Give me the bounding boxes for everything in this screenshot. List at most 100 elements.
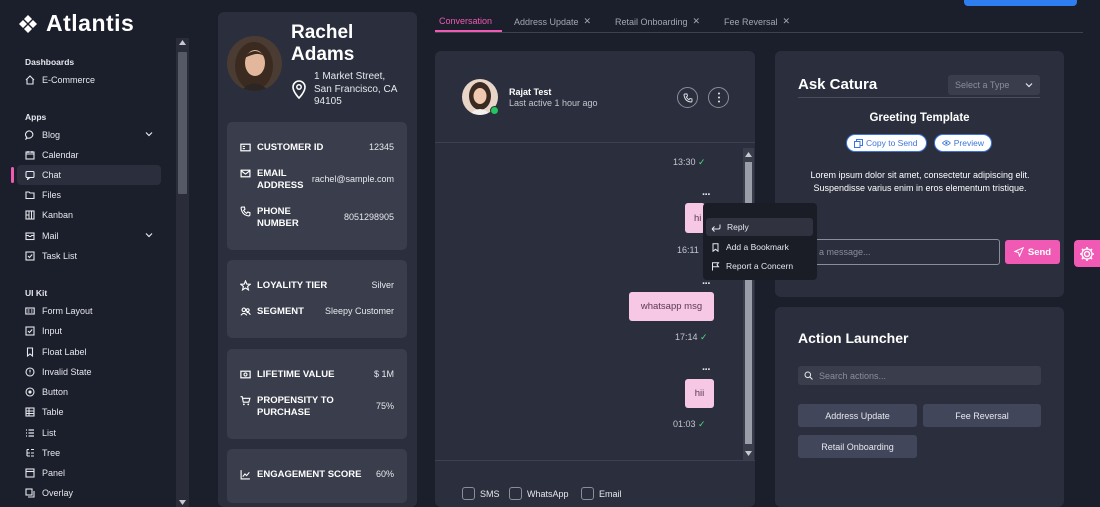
copy-icon (854, 138, 863, 148)
sidebar-item-panel[interactable]: Panel (17, 463, 161, 483)
copy-to-send-button[interactable]: Copy to Send (846, 134, 927, 152)
message-options-icon[interactable]: ··· (702, 189, 711, 201)
action-fee-reversal-button[interactable]: Fee Reversal (923, 404, 1041, 427)
preview-button[interactable]: Preview (934, 134, 992, 152)
close-icon[interactable]: ✕ (584, 16, 592, 27)
close-icon[interactable]: ✕ (783, 16, 791, 27)
phone-value: 8051298905 (343, 212, 394, 222)
segment-value: Sleepy Customer (324, 306, 394, 316)
close-icon[interactable]: ✕ (693, 16, 701, 27)
customer-id-value: 12345 (368, 142, 394, 152)
sidebar-item-tree[interactable]: Tree (17, 443, 161, 463)
sidebar-scrollbar-thumb[interactable] (178, 52, 187, 194)
comment-icon (25, 130, 34, 140)
sidebar-item-task-list[interactable]: Task List (17, 246, 161, 266)
sidebar-item-invalid-state[interactable]: Invalid State (17, 362, 161, 382)
sidebar-item-label: Task List (42, 251, 78, 261)
sidebar-item-kanban[interactable]: Kanban (17, 205, 161, 225)
sidebar-item-list[interactable]: List (17, 423, 161, 443)
check-square-icon (25, 326, 35, 336)
sidebar-item-chat[interactable]: Chat (11, 165, 161, 185)
sidebar-item-label: Blog (42, 130, 61, 140)
users-icon (240, 307, 251, 316)
send-icon (1013, 247, 1024, 257)
header-divider (435, 142, 755, 143)
menu-item-add-bookmark[interactable]: Add a Bookmark (706, 238, 813, 256)
menu-item-report-concern[interactable]: Report a Concern (706, 257, 813, 275)
customer-id-row: CUSTOMER ID 12345 (240, 142, 394, 154)
more-options-button[interactable] (708, 87, 729, 108)
sidebar-item-form-layout[interactable]: Form Layout (17, 301, 161, 321)
calendar-icon (25, 151, 35, 160)
mail-icon (240, 169, 251, 178)
sidebar-item-blog[interactable]: Blog (17, 125, 161, 145)
tabs-divider (435, 32, 1083, 33)
sidebar-item-input[interactable]: Input (17, 321, 161, 341)
settings-button[interactable] (1074, 240, 1100, 267)
sidebar-item-label: Chat (42, 170, 62, 180)
tab-conversation[interactable]: Conversation (439, 16, 492, 26)
sidebar-item-label: Float Label (42, 347, 87, 357)
sidebar-item-label: Mail (42, 231, 59, 241)
ltv-value: $ 1M (373, 369, 394, 379)
template-body: Lorem ipsum dolor sit amet, consectetur … (810, 170, 1030, 193)
scroll-up-icon[interactable] (179, 40, 186, 45)
tab-retail-onboarding[interactable]: Retail Onboarding ✕ (615, 16, 700, 27)
tab-address-update[interactable]: Address Update ✕ (514, 16, 591, 27)
scroll-down-icon[interactable] (179, 500, 186, 505)
sidebar-item-mail[interactable]: Mail (17, 226, 161, 246)
message-bubble[interactable]: hi (685, 203, 705, 233)
sidebar-item-overlay[interactable]: Overlay (17, 483, 161, 503)
primary-action-button[interactable] (964, 0, 1077, 6)
panel-icon (25, 468, 35, 478)
search-icon (804, 371, 813, 380)
message-options-icon[interactable]: ··· (702, 364, 711, 376)
flag-icon (712, 261, 720, 270)
contact-card: CUSTOMER ID 12345 EMAIL ADDRESS rachel@sa… (227, 122, 407, 250)
email-checkbox[interactable] (581, 487, 594, 500)
send-button[interactable]: Send (1005, 240, 1060, 264)
chat-scrollbar[interactable] (743, 148, 754, 460)
channel-sms[interactable]: SMS (462, 487, 500, 500)
channel-email[interactable]: Email (581, 487, 622, 500)
tab-fee-reversal[interactable]: Fee Reversal ✕ (724, 16, 790, 27)
message-time: 01:03 ✓ (673, 419, 706, 429)
propensity-row: PROPENSITY TO PURCHASE 75% (240, 395, 394, 419)
sidebar-item-label: Files (42, 190, 62, 200)
active-tab-indicator (435, 30, 502, 32)
sidebar-item-e-commerce[interactable]: E-Commerce (17, 70, 161, 90)
woman-portrait-icon (227, 36, 282, 91)
message-time: 17:14 ✓ (675, 332, 708, 342)
action-search-input[interactable]: Search actions... (798, 366, 1041, 385)
sidebar-item-label: Kanban (42, 210, 74, 220)
sidebar-item-label: E-Commerce (42, 75, 96, 85)
customer-address: 1 Market Street, San Francisco, CA 94105 (314, 71, 398, 107)
chat-icon (25, 170, 35, 180)
footer-divider (435, 460, 755, 461)
contact-status: Last active 1 hour ago (509, 98, 598, 108)
chevron-down-icon[interactable] (145, 130, 153, 138)
message-bubble[interactable]: whatsapp msg (629, 292, 714, 321)
sidebar-item-button[interactable]: Button (17, 382, 161, 402)
menu-item-reply[interactable]: Reply (706, 218, 813, 236)
action-launcher-title: Action Launcher (798, 330, 909, 346)
message-bubble[interactable]: hii (685, 379, 714, 408)
message-input[interactable]: a message... (802, 239, 1000, 265)
chevron-down-icon[interactable] (145, 231, 153, 239)
sidebar-item-table[interactable]: Table (17, 402, 161, 422)
scroll-down-icon[interactable] (745, 451, 752, 456)
sidebar-item-files[interactable]: Files (17, 185, 161, 205)
action-retail-onboarding-button[interactable]: Retail Onboarding (798, 435, 917, 458)
action-address-update-button[interactable]: Address Update (798, 404, 917, 427)
title-divider (798, 97, 1040, 98)
sms-checkbox[interactable] (462, 487, 475, 500)
whatsapp-checkbox[interactable] (509, 487, 522, 500)
type-select[interactable]: Select a Type (948, 75, 1040, 95)
sidebar-item-label: Form Layout (42, 306, 93, 316)
sidebar-item-float-label[interactable]: Float Label (17, 342, 161, 362)
sidebar-item-calendar[interactable]: Calendar (17, 145, 161, 165)
call-button[interactable] (677, 87, 698, 108)
app-logo[interactable]: Atlantis (18, 10, 134, 37)
channel-whatsapp[interactable]: WhatsApp (509, 487, 569, 500)
scroll-up-icon[interactable] (745, 152, 752, 157)
